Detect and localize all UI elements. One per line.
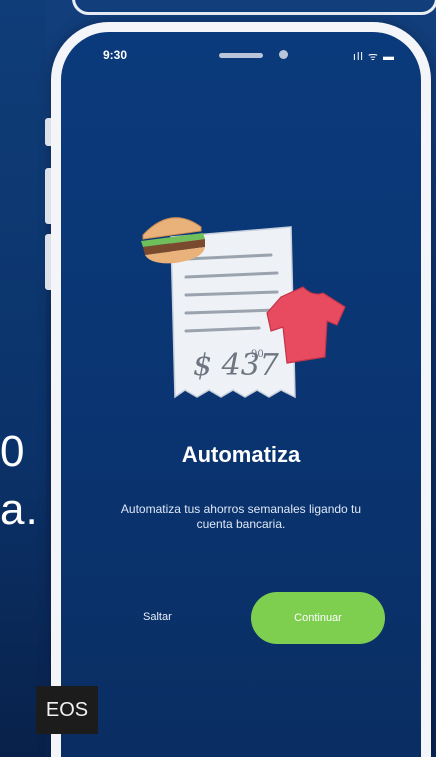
skip-button[interactable]: Saltar [143, 611, 172, 623]
screen-description: Automatiza tus ahorros semanales ligando… [120, 502, 362, 531]
overlay-badge: EOS [36, 686, 98, 734]
burger-icon [141, 217, 205, 264]
phone-side-button [45, 118, 51, 146]
continue-button[interactable]: Continuar [251, 592, 385, 644]
background-device-edge [72, 0, 436, 15]
front-camera [279, 50, 288, 59]
background-text-line-2: a. [0, 485, 39, 534]
screen-title: Automatiza [181, 442, 301, 467]
receipt-amount-cents: 90 [251, 349, 264, 360]
status-time: 9:30 [103, 48, 128, 62]
background-text-line-1: 0 [0, 427, 26, 476]
phone-volume-down-button [45, 234, 51, 290]
onboarding-illustration: $ 437 90 [141, 217, 346, 399]
phone-screen: 9:30 ıll ᯤ ▬ $ 437 90 Automatiza Automat… [61, 32, 421, 757]
status-bar: 9:30 ıll ᯤ ▬ [61, 46, 421, 66]
signal-wifi-battery-icon: ıll ᯤ ▬ [352, 51, 395, 63]
phone-frame: 9:30 ıll ᯤ ▬ $ 437 90 Automatiza Automat… [45, 22, 431, 757]
speaker-notch [219, 53, 263, 58]
receipt-amount: $ 437 [193, 348, 280, 383]
background-left-panel: 0 a. [0, 0, 46, 757]
phone-volume-up-button [45, 168, 51, 224]
